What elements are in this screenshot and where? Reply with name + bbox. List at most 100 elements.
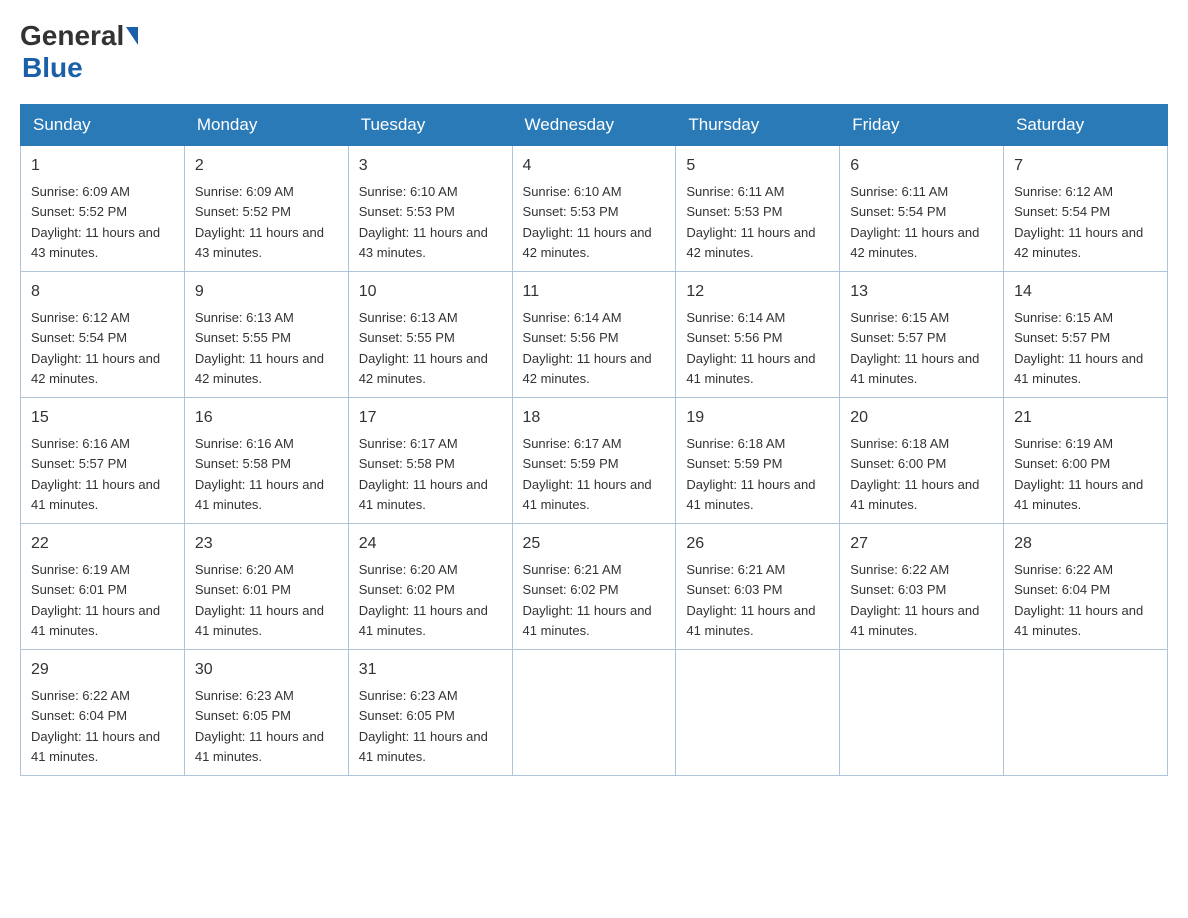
calendar-cell: 23 Sunrise: 6:20 AMSunset: 6:01 PMDaylig… xyxy=(184,524,348,650)
calendar-week-3: 15 Sunrise: 6:16 AMSunset: 5:57 PMDaylig… xyxy=(21,398,1168,524)
calendar-header-tuesday: Tuesday xyxy=(348,105,512,146)
day-number: 13 xyxy=(850,280,993,304)
calendar-header-thursday: Thursday xyxy=(676,105,840,146)
day-info: Sunrise: 6:16 AMSunset: 5:57 PMDaylight:… xyxy=(31,436,160,512)
calendar-header-wednesday: Wednesday xyxy=(512,105,676,146)
day-number: 1 xyxy=(31,154,174,178)
day-number: 30 xyxy=(195,658,338,682)
calendar-cell xyxy=(1004,650,1168,776)
calendar-header-row: SundayMondayTuesdayWednesdayThursdayFrid… xyxy=(21,105,1168,146)
calendar-cell: 14 Sunrise: 6:15 AMSunset: 5:57 PMDaylig… xyxy=(1004,272,1168,398)
day-info: Sunrise: 6:13 AMSunset: 5:55 PMDaylight:… xyxy=(359,310,488,386)
calendar-cell: 17 Sunrise: 6:17 AMSunset: 5:58 PMDaylig… xyxy=(348,398,512,524)
day-number: 11 xyxy=(523,280,666,304)
day-number: 6 xyxy=(850,154,993,178)
day-info: Sunrise: 6:22 AMSunset: 6:03 PMDaylight:… xyxy=(850,562,979,638)
calendar-cell: 27 Sunrise: 6:22 AMSunset: 6:03 PMDaylig… xyxy=(840,524,1004,650)
day-number: 7 xyxy=(1014,154,1157,178)
calendar-header-saturday: Saturday xyxy=(1004,105,1168,146)
calendar-week-1: 1 Sunrise: 6:09 AMSunset: 5:52 PMDayligh… xyxy=(21,146,1168,272)
day-number: 23 xyxy=(195,532,338,556)
day-number: 25 xyxy=(523,532,666,556)
calendar-cell: 21 Sunrise: 6:19 AMSunset: 6:00 PMDaylig… xyxy=(1004,398,1168,524)
calendar-cell: 4 Sunrise: 6:10 AMSunset: 5:53 PMDayligh… xyxy=(512,146,676,272)
calendar-week-5: 29 Sunrise: 6:22 AMSunset: 6:04 PMDaylig… xyxy=(21,650,1168,776)
day-info: Sunrise: 6:19 AMSunset: 6:01 PMDaylight:… xyxy=(31,562,160,638)
day-number: 10 xyxy=(359,280,502,304)
calendar-cell: 7 Sunrise: 6:12 AMSunset: 5:54 PMDayligh… xyxy=(1004,146,1168,272)
day-info: Sunrise: 6:12 AMSunset: 5:54 PMDaylight:… xyxy=(1014,184,1143,260)
logo-blue: Blue xyxy=(22,52,83,83)
calendar-cell: 19 Sunrise: 6:18 AMSunset: 5:59 PMDaylig… xyxy=(676,398,840,524)
day-number: 9 xyxy=(195,280,338,304)
calendar-cell: 24 Sunrise: 6:20 AMSunset: 6:02 PMDaylig… xyxy=(348,524,512,650)
day-number: 29 xyxy=(31,658,174,682)
day-number: 14 xyxy=(1014,280,1157,304)
calendar-cell: 5 Sunrise: 6:11 AMSunset: 5:53 PMDayligh… xyxy=(676,146,840,272)
calendar-cell: 22 Sunrise: 6:19 AMSunset: 6:01 PMDaylig… xyxy=(21,524,185,650)
day-info: Sunrise: 6:09 AMSunset: 5:52 PMDaylight:… xyxy=(195,184,324,260)
day-info: Sunrise: 6:13 AMSunset: 5:55 PMDaylight:… xyxy=(195,310,324,386)
day-info: Sunrise: 6:21 AMSunset: 6:03 PMDaylight:… xyxy=(686,562,815,638)
day-info: Sunrise: 6:10 AMSunset: 5:53 PMDaylight:… xyxy=(359,184,488,260)
calendar-cell: 28 Sunrise: 6:22 AMSunset: 6:04 PMDaylig… xyxy=(1004,524,1168,650)
day-number: 21 xyxy=(1014,406,1157,430)
day-info: Sunrise: 6:22 AMSunset: 6:04 PMDaylight:… xyxy=(1014,562,1143,638)
day-info: Sunrise: 6:15 AMSunset: 5:57 PMDaylight:… xyxy=(1014,310,1143,386)
day-info: Sunrise: 6:21 AMSunset: 6:02 PMDaylight:… xyxy=(523,562,652,638)
day-info: Sunrise: 6:19 AMSunset: 6:00 PMDaylight:… xyxy=(1014,436,1143,512)
day-info: Sunrise: 6:23 AMSunset: 6:05 PMDaylight:… xyxy=(195,688,324,764)
logo: General Blue xyxy=(20,20,140,84)
logo-arrow-icon xyxy=(126,27,138,45)
calendar-cell: 1 Sunrise: 6:09 AMSunset: 5:52 PMDayligh… xyxy=(21,146,185,272)
day-number: 15 xyxy=(31,406,174,430)
day-info: Sunrise: 6:17 AMSunset: 5:58 PMDaylight:… xyxy=(359,436,488,512)
day-info: Sunrise: 6:20 AMSunset: 6:02 PMDaylight:… xyxy=(359,562,488,638)
day-info: Sunrise: 6:22 AMSunset: 6:04 PMDaylight:… xyxy=(31,688,160,764)
day-info: Sunrise: 6:23 AMSunset: 6:05 PMDaylight:… xyxy=(359,688,488,764)
day-number: 5 xyxy=(686,154,829,178)
calendar-cell: 30 Sunrise: 6:23 AMSunset: 6:05 PMDaylig… xyxy=(184,650,348,776)
day-info: Sunrise: 6:12 AMSunset: 5:54 PMDaylight:… xyxy=(31,310,160,386)
day-info: Sunrise: 6:11 AMSunset: 5:54 PMDaylight:… xyxy=(850,184,979,260)
day-number: 27 xyxy=(850,532,993,556)
calendar-cell xyxy=(840,650,1004,776)
calendar-cell: 10 Sunrise: 6:13 AMSunset: 5:55 PMDaylig… xyxy=(348,272,512,398)
day-info: Sunrise: 6:18 AMSunset: 5:59 PMDaylight:… xyxy=(686,436,815,512)
day-number: 24 xyxy=(359,532,502,556)
calendar-cell: 12 Sunrise: 6:14 AMSunset: 5:56 PMDaylig… xyxy=(676,272,840,398)
calendar-cell: 16 Sunrise: 6:16 AMSunset: 5:58 PMDaylig… xyxy=(184,398,348,524)
calendar-cell: 8 Sunrise: 6:12 AMSunset: 5:54 PMDayligh… xyxy=(21,272,185,398)
calendar-cell: 9 Sunrise: 6:13 AMSunset: 5:55 PMDayligh… xyxy=(184,272,348,398)
calendar-cell: 25 Sunrise: 6:21 AMSunset: 6:02 PMDaylig… xyxy=(512,524,676,650)
logo-general: General xyxy=(20,20,124,52)
day-info: Sunrise: 6:14 AMSunset: 5:56 PMDaylight:… xyxy=(523,310,652,386)
day-number: 17 xyxy=(359,406,502,430)
day-number: 28 xyxy=(1014,532,1157,556)
day-info: Sunrise: 6:09 AMSunset: 5:52 PMDaylight:… xyxy=(31,184,160,260)
day-info: Sunrise: 6:10 AMSunset: 5:53 PMDaylight:… xyxy=(523,184,652,260)
day-number: 2 xyxy=(195,154,338,178)
calendar-cell: 20 Sunrise: 6:18 AMSunset: 6:00 PMDaylig… xyxy=(840,398,1004,524)
calendar-cell: 6 Sunrise: 6:11 AMSunset: 5:54 PMDayligh… xyxy=(840,146,1004,272)
day-info: Sunrise: 6:17 AMSunset: 5:59 PMDaylight:… xyxy=(523,436,652,512)
calendar-cell xyxy=(676,650,840,776)
day-number: 18 xyxy=(523,406,666,430)
day-info: Sunrise: 6:11 AMSunset: 5:53 PMDaylight:… xyxy=(686,184,815,260)
day-number: 20 xyxy=(850,406,993,430)
calendar-cell: 31 Sunrise: 6:23 AMSunset: 6:05 PMDaylig… xyxy=(348,650,512,776)
calendar-cell: 15 Sunrise: 6:16 AMSunset: 5:57 PMDaylig… xyxy=(21,398,185,524)
calendar-cell: 13 Sunrise: 6:15 AMSunset: 5:57 PMDaylig… xyxy=(840,272,1004,398)
day-number: 22 xyxy=(31,532,174,556)
day-number: 4 xyxy=(523,154,666,178)
calendar-header-sunday: Sunday xyxy=(21,105,185,146)
calendar-week-2: 8 Sunrise: 6:12 AMSunset: 5:54 PMDayligh… xyxy=(21,272,1168,398)
calendar-cell: 3 Sunrise: 6:10 AMSunset: 5:53 PMDayligh… xyxy=(348,146,512,272)
day-number: 26 xyxy=(686,532,829,556)
calendar-cell: 2 Sunrise: 6:09 AMSunset: 5:52 PMDayligh… xyxy=(184,146,348,272)
calendar-cell xyxy=(512,650,676,776)
calendar-table: SundayMondayTuesdayWednesdayThursdayFrid… xyxy=(20,104,1168,776)
day-info: Sunrise: 6:20 AMSunset: 6:01 PMDaylight:… xyxy=(195,562,324,638)
day-number: 12 xyxy=(686,280,829,304)
day-number: 16 xyxy=(195,406,338,430)
